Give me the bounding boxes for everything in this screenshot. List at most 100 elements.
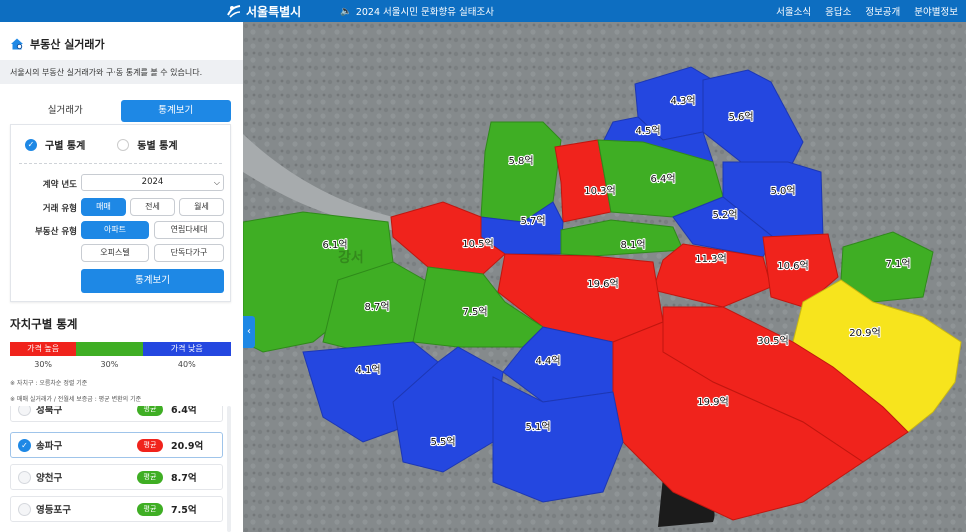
district-name: 성북구 [36,406,63,416]
menu-news[interactable]: 서울소식 [776,4,811,18]
district-price-map[interactable]: 강서 4.3억 5.6억 4.5억 5.8억 10.3억 6.4억 5.0억 5.7억 5.2억… [243,22,966,532]
filter-box: ✓ 구별 통계 동별 통계 계약 년도 2024 ⌵ 거래 유형 매매 전세 월… [10,124,231,302]
legend-high: 가격 높음 [10,342,77,356]
district-value: 20.9억 [171,441,204,452]
legend-low: 가격 낮음 [142,342,231,356]
legend-pct-high: 30% [34,360,53,369]
price-label: 20.9억 [849,327,880,339]
price-label: 5.5억 [430,436,455,448]
chevron-down-icon: ⌵ [213,178,220,187]
price-label: 5.2억 [712,209,737,221]
year-value: 2024 [141,177,164,187]
collapse-panel-button[interactable]: ‹ [243,316,255,348]
sort-note: ※ 자치구 : 오름차순 정렬 기준 [10,380,88,387]
district-value: 8.7억 [171,473,197,484]
district-list: 성북구 평균 6.4억 ✓ 송파구 평균 20.9억 양천구 평균 8.7억 영… [10,406,223,532]
price-label: 4.4억 [535,355,560,367]
deal-type-label: 거래 유형 [42,204,77,214]
district-stats-title: 자치구별 통계 [10,317,78,331]
legend-mid [76,342,143,356]
menu-category[interactable]: 분야별정보 [914,4,958,18]
avg-badge: 평균 [137,470,163,484]
type-option-house[interactable]: 단독다가구 [154,244,224,262]
speaker-icon: 🔈 [340,5,352,17]
avg-note: ※ 매매 실거래가 / 전월세 보증금 : 평균 변환의 기준 [10,396,142,403]
avg-badge: 평균 [137,438,163,452]
map-text-gangseo: 강서 [338,249,364,266]
price-label: 6.1억 [322,239,347,251]
radio-district-stats[interactable]: ✓ 구별 통계 [25,137,85,152]
type-option-apartment[interactable]: 아파트 [81,221,149,239]
price-label: 5.0억 [770,185,795,197]
district-name: 양천구 [36,473,63,484]
menu-disclosure[interactable]: 정보공개 [865,4,900,18]
price-label: 19.6억 [587,278,618,290]
district-name: 송파구 [36,441,63,452]
top-menu: 서울소식 응답소 정보공개 분야별정보 [776,4,958,18]
deal-option-sale[interactable]: 매매 [81,198,126,216]
radio-circle [18,470,31,484]
seoul-logo[interactable]: 서울특별시 [226,2,301,20]
price-label: 30.5억 [757,335,788,347]
price-label: 7.5억 [462,306,487,318]
type-option-villa[interactable]: 연립다세대 [154,221,224,239]
price-label: 10.5억 [462,238,493,250]
price-label: 4.3억 [670,95,695,107]
property-type-label: 부동산 유형 [34,227,77,237]
district-name: 영등포구 [36,505,71,516]
price-label: 19.9억 [697,396,728,408]
price-label: 11.3억 [695,253,726,265]
panel-header: 부동산 실거래가 [10,36,105,52]
view-stats-button[interactable]: 통계보기 [81,269,224,293]
logo-text: 서울특별시 [246,4,302,19]
check-icon: ✓ [25,138,37,151]
district-value: 7.5억 [171,505,197,516]
price-label: 5.1억 [525,421,550,433]
notice-text: 2024 서울시민 문화향유 실태조사 [355,7,494,18]
radio-label: 구별 통계 [45,141,86,152]
list-scrollbar[interactable] [227,406,231,532]
radio-circle [18,502,31,516]
list-item[interactable]: ✓ 송파구 평균 20.9억 [10,432,223,458]
radio-circle [117,138,130,151]
legend-pct-low: 40% [177,360,196,369]
list-item[interactable]: 양천구 평균 8.7억 [10,464,223,490]
tab-statistics[interactable]: 통계보기 [120,100,231,122]
type-option-officetel[interactable]: 오피스텔 [81,244,149,262]
view-tabs: 실거래가 통계보기 [10,100,231,122]
seoul-logo-icon [227,5,241,18]
home-search-icon [11,38,23,50]
price-label: 4.5억 [635,125,660,137]
panel-description: 서울시의 부동산 실거래가와 구·동 통계를 볼 수 있습니다. [0,60,243,84]
district-value: 6.4억 [171,406,197,416]
menu-response[interactable]: 응답소 [825,4,851,18]
price-label: 10.6억 [777,260,808,272]
price-label: 6.4억 [650,173,675,185]
price-label: 4.1억 [355,364,380,376]
tab-transactions[interactable]: 실거래가 [10,100,121,122]
notice-banner[interactable]: 🔈 2024 서울시민 문화향유 실태조사 [340,4,494,19]
stat-level-radio-group: ✓ 구별 통계 동별 통계 [25,137,178,152]
side-panel: 부동산 실거래가 서울시의 부동산 실거래가와 구·동 통계를 볼 수 있습니다… [0,22,243,532]
chevron-left-icon: ‹ [247,326,251,337]
avg-badge: 평균 [137,502,163,516]
price-legend: 가격 높음 가격 낮음 [10,342,231,356]
price-label: 5.7억 [520,215,545,227]
price-label: 10.3억 [584,185,615,197]
price-label: 7.1억 [885,258,910,270]
list-item[interactable]: 성북구 평균 6.4억 [10,406,223,422]
year-label: 계약 년도 [42,180,77,190]
divider [19,163,222,164]
radio-label: 동별 통계 [137,141,178,152]
deal-option-monthly[interactable]: 월세 [179,198,224,216]
list-item[interactable]: 영등포구 평균 7.5억 [10,496,223,522]
map-svg: 강서 4.3억 5.6억 4.5억 5.8억 10.3억 6.4억 5.0억 5.7억 5.2억… [243,22,966,532]
deal-option-jeonse[interactable]: 전세 [130,198,175,216]
year-select[interactable]: 2024 ⌵ [81,174,224,191]
price-label: 8.7억 [364,301,389,313]
radio-dong-stats[interactable]: 동별 통계 [117,137,178,152]
price-label: 5.6억 [728,111,753,123]
legend-percentages: 30% 30% 40% [10,360,231,369]
check-icon: ✓ [18,438,31,452]
panel-title: 부동산 실거래가 [30,38,105,51]
